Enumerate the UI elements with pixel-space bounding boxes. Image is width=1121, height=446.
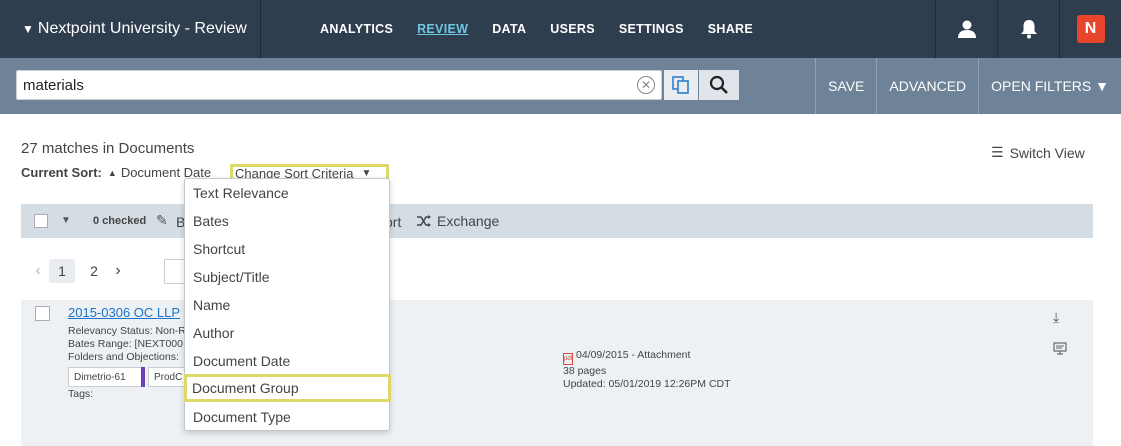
user-icon	[957, 20, 976, 38]
folders-objections: Folders and Objections:	[68, 351, 179, 363]
caret-down-icon: ▼	[22, 22, 34, 36]
nav-users[interactable]: USERS	[550, 22, 595, 36]
sort-criteria-dropdown: Text Relevance Bates Shortcut Subject/Ti…	[184, 178, 391, 431]
relevancy-status: Relevancy Status: Non-R	[68, 325, 186, 337]
prev-page-icon[interactable]: ‹	[30, 262, 46, 280]
presentation-icon[interactable]	[1053, 342, 1067, 359]
page-count: 38 pages	[563, 365, 607, 377]
search-bar: ✕ SAVE ADVANCED OPEN FILTERS ▼	[0, 58, 1121, 114]
header-actions: N	[935, 0, 1121, 58]
caret-down-icon: ▼	[361, 167, 372, 179]
shuffle-icon	[417, 215, 431, 227]
tag-chip[interactable]: ProdC	[148, 367, 188, 387]
pagination: ‹ 1 2 ›	[30, 259, 126, 283]
bulk-action-toolbar: ▼ 0 checked ✎ B ort Exchange	[21, 204, 1093, 238]
exchange-label: Exchange	[437, 213, 500, 229]
app-logo-button[interactable]: N	[1059, 0, 1121, 58]
exchange-button[interactable]: Exchange	[417, 213, 499, 229]
nextpoint-logo-icon: N	[1076, 15, 1105, 43]
bell-icon	[1020, 20, 1037, 39]
search-icon	[709, 75, 728, 94]
switch-view-label: Switch View	[1009, 144, 1085, 161]
sort-option-author[interactable]: Author	[185, 319, 389, 347]
main-nav: ANALYTICS REVIEW DATA USERS SETTINGS SHA…	[308, 0, 765, 58]
search-button[interactable]	[699, 70, 739, 100]
save-search-button[interactable]: SAVE	[815, 58, 876, 114]
document-title-link[interactable]: 2015-0306 OC LLP	[68, 305, 180, 320]
sort-option-document-date[interactable]: Document Date	[185, 347, 389, 375]
pencil-icon[interactable]: ✎	[156, 212, 168, 229]
page-1[interactable]: 1	[49, 259, 75, 283]
sort-option-bates[interactable]: Bates	[185, 207, 389, 235]
sort-option-subject-title[interactable]: Subject/Title	[185, 263, 389, 291]
document-result-row: 2015-0306 OC LLP Relevancy Status: Non-R…	[21, 300, 1093, 446]
page-2[interactable]: 2	[81, 259, 107, 283]
download-icon[interactable]: ⤓	[1053, 309, 1059, 326]
nav-analytics[interactable]: ANALYTICS	[320, 22, 393, 36]
tags-label: Tags:	[68, 388, 94, 400]
select-all-checkbox[interactable]	[34, 214, 48, 228]
list-icon: ☰	[991, 144, 1004, 160]
sort-option-document-type[interactable]: Document Type	[185, 403, 389, 431]
tag-chip[interactable]: Dimetrio-61	[68, 367, 142, 387]
nav-review[interactable]: REVIEW	[417, 22, 468, 36]
notifications-button[interactable]	[997, 0, 1059, 58]
attachment-line: pdf 04/09/2015 - Attachment	[563, 349, 731, 365]
presentation-svg-icon	[1053, 342, 1067, 355]
nav-share[interactable]: SHARE	[708, 22, 753, 36]
switch-view-button[interactable]: ☰ Switch View	[991, 144, 1085, 161]
matches-count: 27 matches in Documents	[21, 140, 195, 157]
sort-option-name[interactable]: Name	[185, 291, 389, 319]
workspace-title: Nextpoint University - Review	[37, 20, 247, 37]
pdf-icon: pdf	[563, 353, 573, 365]
user-profile-button[interactable]	[935, 0, 997, 58]
copy-icon	[672, 76, 689, 94]
next-page-icon[interactable]: ›	[110, 262, 126, 280]
search-input[interactable]	[17, 71, 617, 99]
sort-option-shortcut[interactable]: Shortcut	[185, 235, 389, 263]
search-input-wrapper: ✕	[16, 70, 662, 100]
search-actions: SAVE ADVANCED OPEN FILTERS ▼	[815, 58, 1121, 114]
document-checkbox[interactable]	[35, 306, 50, 321]
clear-search-icon[interactable]: ✕	[637, 76, 655, 94]
bates-range: Bates Range: [NEXT000	[68, 338, 183, 350]
open-filters-button[interactable]: OPEN FILTERS ▼	[978, 58, 1121, 114]
nav-settings[interactable]: SETTINGS	[619, 22, 684, 36]
advanced-search-button[interactable]: ADVANCED	[876, 58, 978, 114]
attachment-date: 04/09/2015 - Attachment	[576, 349, 691, 361]
sort-ascending-icon: ▲	[107, 167, 117, 178]
attachment-info: pdf 04/09/2015 - Attachment 38 pages Upda…	[563, 349, 731, 391]
current-sort: Current Sort: ▲ Document Date	[21, 165, 211, 180]
current-sort-label: Current Sort:	[21, 165, 102, 180]
workspace-switcher[interactable]: ▼ Nextpoint University - Review	[0, 0, 261, 58]
checked-count: 0 checked	[93, 215, 147, 227]
nav-data[interactable]: DATA	[492, 22, 526, 36]
updated-date: Updated: 05/01/2019 12:26PM CDT	[563, 378, 731, 390]
copy-search-button[interactable]	[664, 70, 698, 100]
select-options-caret-icon[interactable]: ▼	[61, 215, 71, 226]
sort-option-text-relevance[interactable]: Text Relevance	[185, 179, 389, 207]
top-navbar: ▼ Nextpoint University - Review ANALYTIC…	[0, 0, 1121, 58]
sort-option-document-group[interactable]: Document Group	[184, 374, 391, 402]
tag-color-bar	[141, 367, 145, 387]
